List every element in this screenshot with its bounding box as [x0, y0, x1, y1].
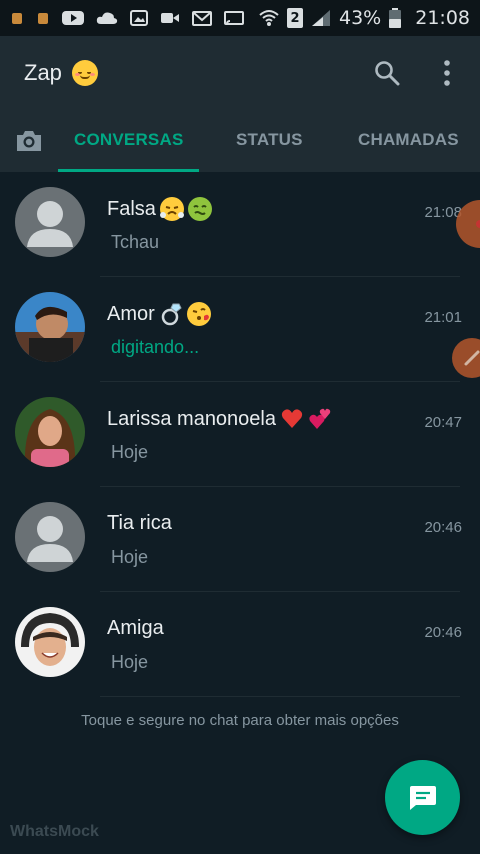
- signal-icon: [311, 9, 331, 27]
- battery-percent: 43%: [339, 7, 382, 29]
- more-vertical-icon: [444, 60, 450, 86]
- camera-icon: [17, 131, 41, 151]
- chat-name-text: Amor: [107, 302, 155, 325]
- default-avatar: [15, 502, 85, 572]
- gallery-icon: [130, 10, 148, 26]
- message-icon: [409, 785, 436, 810]
- red-heart-emoji-icon: [280, 407, 304, 431]
- chat-time: 20:47: [424, 414, 462, 431]
- clock: 21:08: [415, 7, 470, 29]
- typing-indicator: digitando...: [111, 337, 200, 357]
- tab-chamadas[interactable]: CHAMADAS: [358, 130, 459, 150]
- contact-avatar: [15, 292, 85, 362]
- kiss-face-emoji-icon: [186, 302, 211, 326]
- chat-row[interactable]: Tia rica 20:46 Hoje: [0, 487, 480, 592]
- record-dot-icon: [476, 220, 480, 228]
- chat-preview: Hoje: [111, 547, 149, 567]
- contact-avatar: [15, 397, 85, 467]
- wifi-icon: [259, 9, 279, 27]
- status-bar: 2 43% 21:08: [0, 0, 480, 36]
- chat-preview: Hoje: [111, 652, 149, 672]
- tab-conversas[interactable]: CONVERSAS: [74, 130, 184, 150]
- chat-time: 21:01: [424, 309, 462, 326]
- watermark: WhatsMock: [10, 823, 99, 840]
- app-bar: Zap CONVERSAS STATUS CHAMADAS: [0, 36, 480, 172]
- battery-icon: [389, 8, 402, 28]
- chat-preview: Hoje: [111, 442, 149, 462]
- cloud-icon: [96, 10, 118, 26]
- nauseated-face-emoji-icon: [187, 197, 212, 221]
- gmail-icon: [192, 10, 212, 26]
- hint-text: Toque e segure no chat para obter mais o…: [81, 712, 399, 729]
- app-title: Zap: [24, 60, 98, 86]
- brush-icon: [464, 350, 480, 366]
- cast-icon: [224, 10, 244, 26]
- chat-name-text: Falsa: [107, 197, 156, 220]
- chat-name: Amor: [107, 302, 211, 326]
- divider: [100, 696, 460, 697]
- app-notification-icon: [10, 10, 24, 26]
- chat-preview: Tchau: [111, 232, 160, 252]
- default-avatar: [15, 187, 85, 257]
- smiling-face-emoji-icon: [71, 60, 98, 86]
- sim-card-icon: 2: [287, 8, 303, 28]
- chat-time: 20:46: [424, 624, 462, 641]
- tab-bar: CONVERSAS STATUS CHAMADAS: [0, 122, 480, 172]
- search-button[interactable]: [370, 56, 404, 90]
- sim-slot-label: 2: [290, 10, 300, 26]
- ring-emoji-icon: [159, 302, 183, 326]
- chat-row[interactable]: Amiga 20:46 Hoje: [0, 592, 480, 697]
- chat-row[interactable]: Falsa 21:08 Tchau: [0, 172, 480, 277]
- camera-tab[interactable]: [14, 126, 44, 156]
- app-notification-icon: [36, 10, 50, 26]
- contact-avatar: [15, 607, 85, 677]
- chat-name: Falsa: [107, 197, 212, 221]
- system-indicators: 2 43% 21:08: [259, 7, 470, 29]
- chat-name: Tia rica: [107, 512, 172, 535]
- chat-name-text: Larissa manonoela: [107, 407, 276, 430]
- app-title-text: Zap: [24, 60, 62, 85]
- chat-list: Falsa 21:08 Tchau Amor 21:01 digitando..…: [0, 172, 480, 697]
- new-chat-button[interactable]: [385, 760, 460, 835]
- chat-name-text: Amiga: [107, 617, 164, 639]
- more-options-button[interactable]: [430, 56, 464, 90]
- chat-name-text: Tia rica: [107, 512, 172, 534]
- steam-face-emoji-icon: [159, 197, 184, 221]
- chat-time: 20:46: [424, 519, 462, 536]
- two-hearts-emoji-icon: [308, 407, 332, 431]
- chat-row[interactable]: Larissa manonoela 20:47 Hoje: [0, 382, 480, 487]
- search-icon: [375, 61, 400, 86]
- chat-name: Amiga: [107, 617, 164, 640]
- youtube-icon: [62, 10, 84, 26]
- tab-status[interactable]: STATUS: [236, 130, 303, 150]
- notification-icons: [10, 10, 244, 26]
- video-camera-icon: [160, 10, 180, 26]
- chat-name: Larissa manonoela: [107, 407, 332, 431]
- chat-row[interactable]: Amor 21:01 digitando...: [0, 277, 480, 382]
